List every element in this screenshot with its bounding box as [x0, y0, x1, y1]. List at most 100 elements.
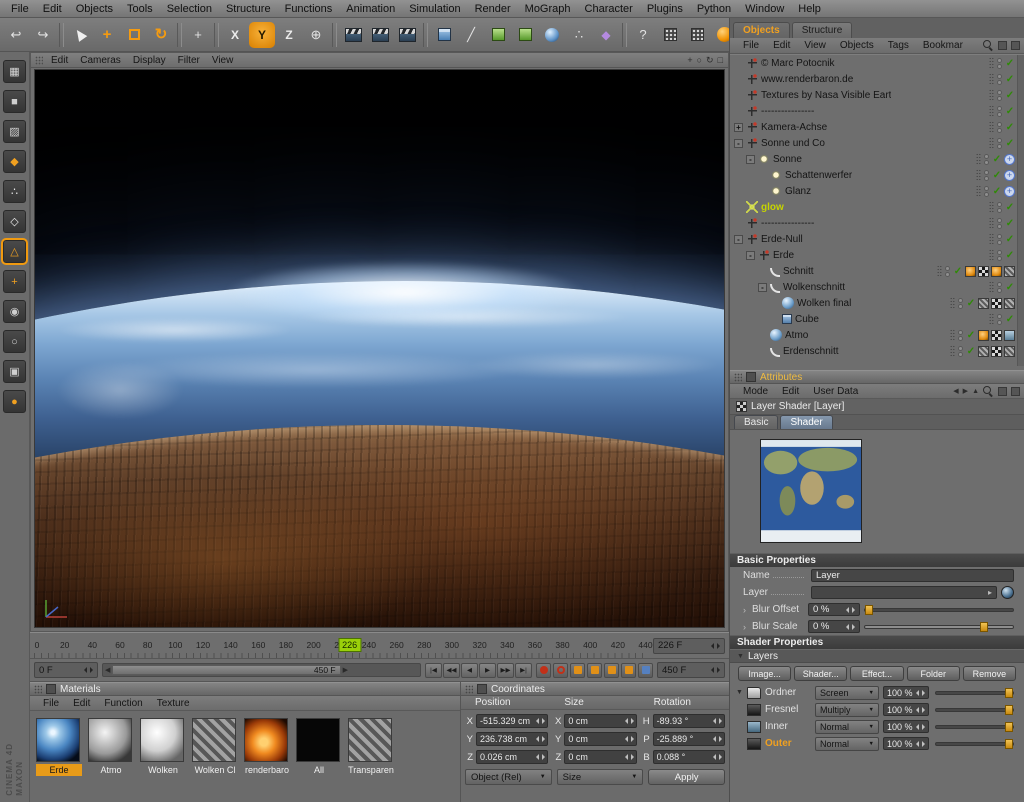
- render-visibility-dot[interactable]: [945, 272, 950, 277]
- workplane-icon[interactable]: ◆: [3, 150, 26, 173]
- render-visibility-dot[interactable]: [984, 160, 989, 165]
- enabled-check-icon[interactable]: ✓: [1005, 218, 1015, 229]
- enabled-check-icon[interactable]: ✓: [966, 298, 976, 309]
- layer-dots[interactable]: [937, 265, 942, 277]
- coordinate-system-icon[interactable]: ⊕: [303, 22, 329, 48]
- goto-start-button[interactable]: |◀: [425, 663, 442, 678]
- texture-tag-orange-icon[interactable]: [965, 266, 976, 277]
- tree-item-glanz[interactable]: Glanz✓+: [730, 183, 1024, 199]
- tree-item-wolkenschnitt[interactable]: -Wolkenschnitt✓: [730, 279, 1024, 295]
- tree-item-separator[interactable]: ----------------✓: [730, 215, 1024, 231]
- render-visibility-dot[interactable]: [997, 144, 1002, 149]
- viewport-menu-view[interactable]: View: [206, 55, 240, 66]
- name-input[interactable]: Layer: [811, 569, 1014, 582]
- attributes-menu-edit[interactable]: Edit: [775, 386, 806, 397]
- material-thumbnail[interactable]: [140, 718, 184, 762]
- image-button[interactable]: Image...: [738, 666, 791, 681]
- polygons-mode-icon[interactable]: △: [3, 240, 26, 263]
- layer-thumbnail[interactable]: [747, 721, 761, 733]
- texture-tag-hatch-icon[interactable]: [1004, 266, 1015, 277]
- position-x-input[interactable]: -515.329 cm: [476, 714, 548, 728]
- enable-snap-icon[interactable]: ◉: [3, 300, 26, 323]
- texture-tag-hatch-icon[interactable]: [978, 346, 989, 357]
- frame-spinner-icon[interactable]: [711, 641, 720, 650]
- expander-icon[interactable]: +: [734, 123, 743, 132]
- viewport-menu-edit[interactable]: Edit: [45, 55, 74, 66]
- menu-window[interactable]: Window: [738, 3, 791, 15]
- layer-dots[interactable]: [989, 249, 994, 261]
- coordinate-mode-dropdown[interactable]: Object (Rel)▼: [465, 769, 552, 785]
- enabled-check-icon[interactable]: ✓: [1005, 90, 1015, 101]
- scale-tool-icon[interactable]: [121, 22, 147, 48]
- menu-tools[interactable]: Tools: [120, 3, 160, 15]
- range-start-field[interactable]: 0 F: [34, 662, 98, 678]
- spinner-icon[interactable]: [713, 753, 722, 762]
- expander-icon[interactable]: -: [734, 235, 743, 244]
- render-view-icon[interactable]: [340, 22, 366, 48]
- tree-item-separator[interactable]: ----------------✓: [730, 103, 1024, 119]
- rotate-tool-icon[interactable]: ↻: [148, 22, 174, 48]
- prev-frame-button[interactable]: ◀: [461, 663, 478, 678]
- render-visibility-dot[interactable]: [997, 80, 1002, 85]
- target-tag-icon[interactable]: +: [1004, 154, 1015, 165]
- editor-visibility-dot[interactable]: [958, 346, 963, 351]
- menu-animation[interactable]: Animation: [339, 3, 402, 15]
- slider-handle[interactable]: [980, 622, 988, 632]
- menu-file[interactable]: File: [4, 3, 36, 15]
- x-axis-button[interactable]: X: [222, 22, 248, 48]
- edges-mode-icon[interactable]: ◇: [3, 210, 26, 233]
- tree-item-sonne[interactable]: -Sonne✓+: [730, 151, 1024, 167]
- lock-axis-icon[interactable]: ○: [3, 330, 26, 353]
- material-thumbnail[interactable]: [192, 718, 236, 762]
- effect-button[interactable]: Effect...: [850, 666, 903, 681]
- prev-arrow-icon[interactable]: ◀: [953, 387, 958, 395]
- filter-icon[interactable]: [998, 41, 1007, 50]
- layer-dots[interactable]: [989, 281, 994, 293]
- expander-icon[interactable]: -: [758, 283, 767, 292]
- enabled-check-icon[interactable]: ✓: [953, 266, 963, 277]
- enabled-check-icon[interactable]: ✓: [992, 186, 1002, 197]
- layer-dots[interactable]: [989, 57, 994, 69]
- range-start-spinner-icon[interactable]: [84, 666, 93, 675]
- spinner-icon[interactable]: [916, 722, 925, 731]
- record-rotation-button[interactable]: [604, 663, 619, 678]
- menu-functions[interactable]: Functions: [278, 3, 340, 15]
- material-all[interactable]: All: [296, 718, 342, 776]
- layer-thumbnail[interactable]: [747, 738, 761, 750]
- texture-tag-checker-icon[interactable]: [978, 266, 989, 277]
- blend-mode-dropdown[interactable]: Screen▼: [815, 686, 879, 700]
- enabled-check-icon[interactable]: ✓: [1005, 74, 1015, 85]
- tree-scrollbar[interactable]: [1017, 55, 1024, 366]
- viewport-menu-filter[interactable]: Filter: [172, 55, 206, 66]
- layer-strength-slider[interactable]: [935, 742, 1014, 746]
- autokeying-button[interactable]: [553, 663, 568, 678]
- spinner-icon[interactable]: [536, 753, 545, 762]
- material-thumbnail[interactable]: [296, 718, 340, 762]
- tree-item-sonne-und-co[interactable]: -Sonne und Co✓: [730, 135, 1024, 151]
- render-visibility-dot[interactable]: [958, 304, 963, 309]
- attributes-menu-user-data[interactable]: User Data: [806, 386, 865, 397]
- blend-mode-dropdown[interactable]: Normal▼: [815, 737, 879, 751]
- render-visibility-dot[interactable]: [984, 192, 989, 197]
- layer-strength-input[interactable]: 100 %: [883, 703, 929, 716]
- slider-handle[interactable]: [1005, 722, 1013, 732]
- model-mode-icon[interactable]: ■: [3, 90, 26, 113]
- tree-item-atmo[interactable]: Atmo✓: [730, 327, 1024, 343]
- render-visibility-dot[interactable]: [997, 224, 1002, 229]
- editor-visibility-dot[interactable]: [997, 90, 1002, 95]
- enabled-check-icon[interactable]: ✓: [1005, 234, 1015, 245]
- editor-visibility-dot[interactable]: [997, 250, 1002, 255]
- panel-grip-icon[interactable]: [34, 685, 42, 694]
- objects-menu-file[interactable]: File: [736, 40, 766, 51]
- material-thumbnail[interactable]: [244, 718, 288, 762]
- panel-grip-icon[interactable]: [734, 373, 742, 382]
- size-y-input[interactable]: 0 cm: [564, 732, 636, 746]
- record-position-button[interactable]: [570, 663, 585, 678]
- layer-strength-input[interactable]: 100 %: [883, 720, 929, 733]
- lock-icon[interactable]: [998, 387, 1007, 396]
- enabled-check-icon[interactable]: ✓: [992, 154, 1002, 165]
- expander-icon[interactable]: -: [746, 155, 755, 164]
- spinner-icon[interactable]: [846, 605, 855, 614]
- editor-visibility-dot[interactable]: [997, 218, 1002, 223]
- tab-structure[interactable]: Structure: [792, 22, 853, 38]
